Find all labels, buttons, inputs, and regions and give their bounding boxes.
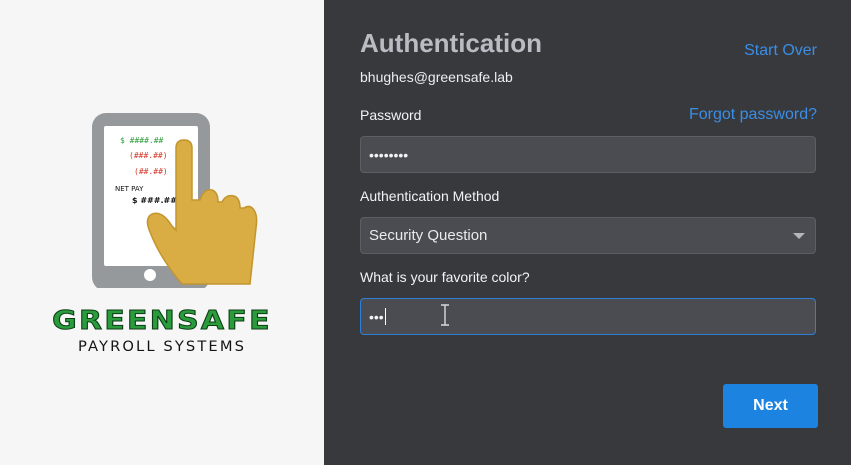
screen-line-netpay-label: NET PAY (115, 185, 144, 193)
auth-method-value: Security Question (369, 227, 488, 244)
brand-name: GREENSAFE (52, 306, 272, 337)
password-field[interactable]: •••••••• (360, 136, 816, 173)
security-answer-value: ••• (369, 308, 384, 325)
auth-method-select[interactable]: Security Question (360, 217, 816, 254)
account-email: bhughes@greensafe.lab (360, 69, 513, 85)
auth-method-label: Authentication Method (360, 188, 500, 204)
page-title: Authentication (360, 28, 542, 58)
chevron-down-icon (793, 233, 805, 239)
next-button[interactable]: Next (723, 384, 818, 428)
screen-line-amount: $ ####.## (120, 136, 164, 145)
brand-subtitle: PAYROLL SYSTEMS (77, 339, 247, 355)
text-caret (384, 308, 386, 325)
security-answer-field[interactable]: ••• (360, 298, 816, 335)
text-cursor-icon (441, 304, 449, 326)
start-over-link[interactable]: Start Over (744, 42, 817, 60)
brand-panel: $ ####.## (###.##) (##.##) NET PAY $ ###… (0, 0, 324, 465)
auth-panel: Authentication Start Over bhughes@greens… (324, 0, 851, 465)
screen-line-deduction: (##.##) (134, 167, 168, 176)
screen-line-deduction: (###.##) (129, 151, 168, 160)
forgot-password-link[interactable]: Forgot password? (689, 106, 817, 124)
screen-line-netpay-value: $ ###.## (132, 196, 177, 205)
security-question-label: What is your favorite color? (360, 269, 530, 285)
phone-with-hand-icon: $ ####.## (###.##) (##.##) NET PAY $ ###… (92, 113, 258, 288)
password-label: Password (360, 107, 422, 123)
password-value: •••••••• (369, 146, 409, 163)
